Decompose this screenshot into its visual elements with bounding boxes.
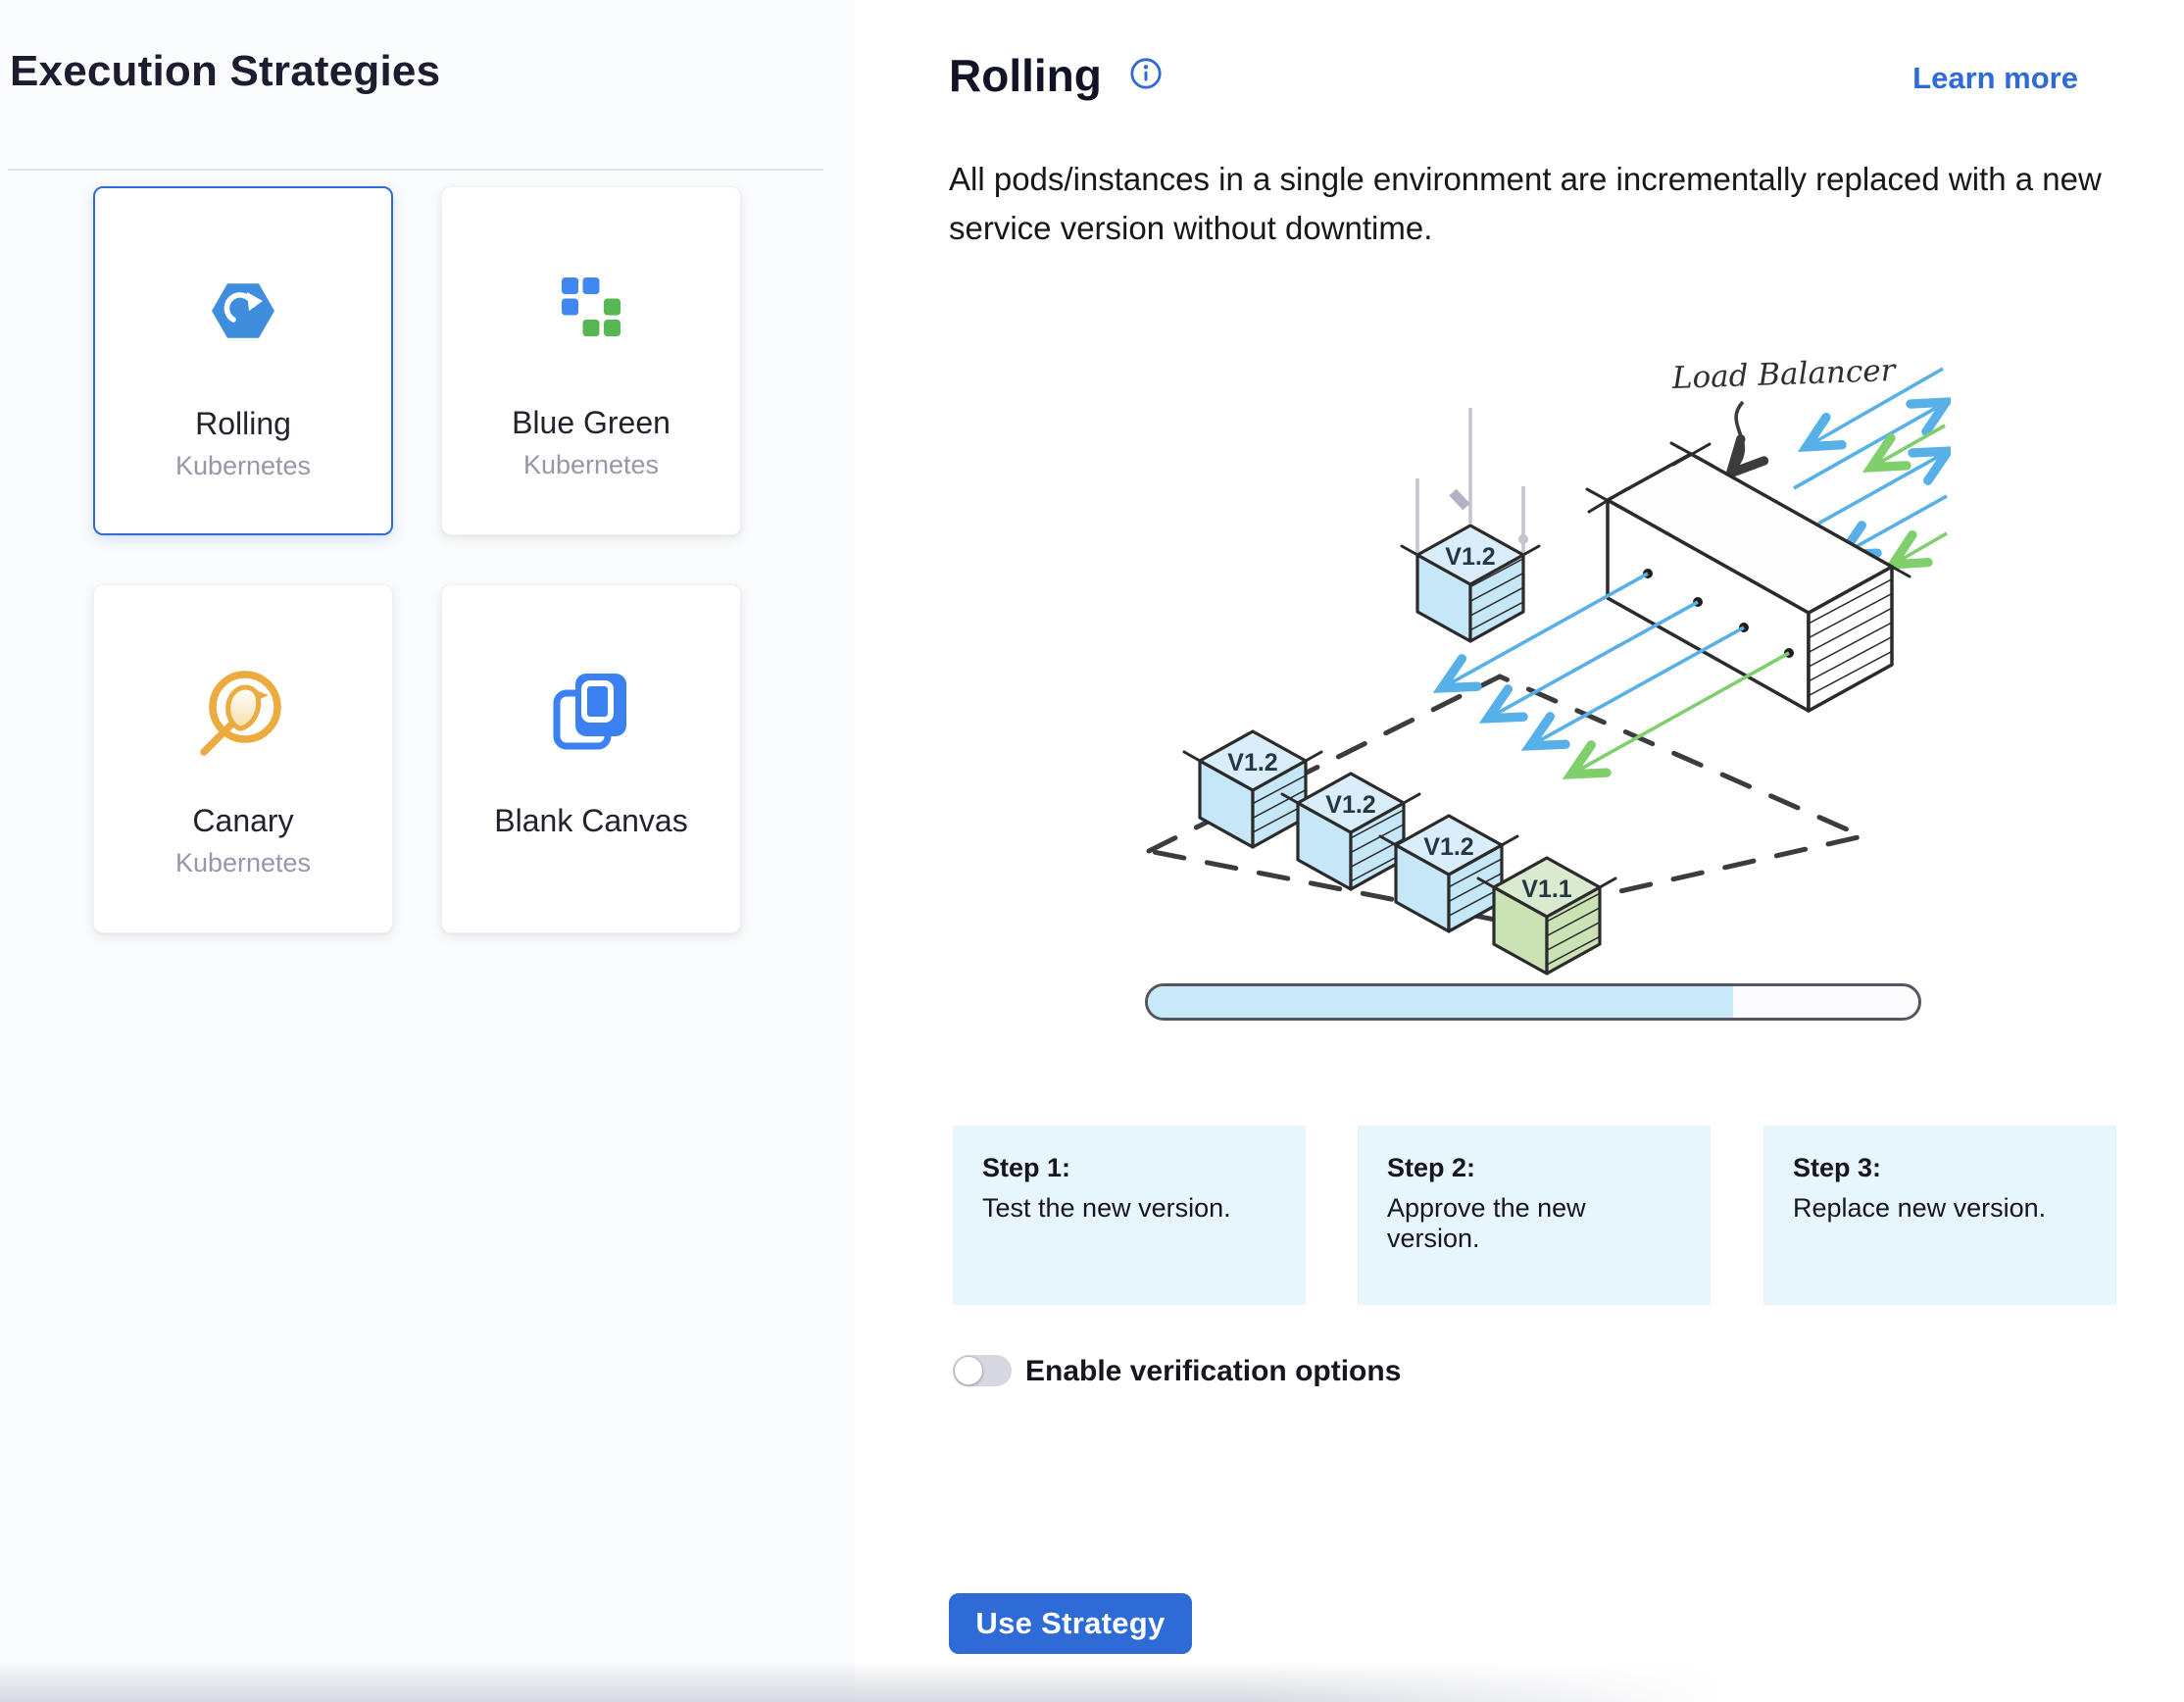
toggle-knob [954,1356,983,1385]
strategy-card-blue-green[interactable]: Blue Green Kubernetes [441,186,741,535]
strategy-card-sublabel: Kubernetes [95,451,391,481]
bluegreen-icon [562,277,620,341]
strategy-card-rolling[interactable]: Rolling Kubernetes [93,186,393,535]
strategy-detail-panel: Rolling Learn more All pods/instances in… [855,0,2184,1702]
strategy-card-canary[interactable]: Canary Kubernetes [93,584,393,933]
strategy-card-blank-canvas[interactable]: Blank Canvas [441,584,741,933]
learn-more-link[interactable]: Learn more [1912,61,2078,96]
strategy-card-label: Rolling [95,406,391,442]
info-icon[interactable] [1129,57,1163,90]
blank-canvas-icon [550,670,632,757]
step-title: Step 2: [1387,1153,1681,1183]
step-title: Step 1: [982,1153,1276,1183]
strategy-detail-title: Rolling [949,49,1102,102]
rollout-progress-fill [1148,986,1733,1018]
strategy-description: All pods/instances in a single environme… [949,155,2106,253]
strategy-card-sublabel: Kubernetes [94,848,392,878]
canary-icon [194,664,292,765]
step-card-3: Step 3: Replace new version. [1763,1126,2116,1305]
load-balancer-box [1587,443,1910,711]
verification-toggle-label: Enable verification options [1025,1355,1401,1388]
svg-text:V1.2: V1.2 [1227,749,1277,776]
step-text: Replace new version. [1793,1193,2087,1224]
page-title: Execution Strategies [10,47,440,96]
load-balancer-label: Load Balancer [1670,353,1898,396]
strategy-card-label: Canary [94,803,392,839]
green-traffic-arrows [1874,426,1947,563]
rolling-icon [211,278,275,348]
strategy-card-sublabel: Kubernetes [442,450,740,480]
rollout-progress-bar [1145,983,1921,1021]
label-pointer-arrow [1733,402,1743,471]
step-text: Approve the new version. [1387,1193,1681,1254]
use-strategy-button[interactable]: Use Strategy [949,1593,1192,1654]
step-card-1: Step 1: Test the new version. [953,1126,1306,1305]
divider [8,169,823,171]
svg-text:V1.2: V1.2 [1423,833,1473,861]
step-title: Step 3: [1793,1153,2087,1183]
svg-text:V1.1: V1.1 [1521,876,1572,903]
verification-toggle[interactable] [953,1355,1012,1386]
svg-text:V1.2: V1.2 [1445,543,1495,571]
execution-strategies-screen: Execution Strategies Rolling Kubernetes [0,0,2184,1702]
strategy-card-label: Blank Canvas [442,803,740,839]
step-text: Test the new version. [982,1193,1276,1224]
strategy-card-label: Blue Green [442,405,740,441]
version-pods: V1.2 V1.2 V1.2 V1.2 [1184,526,1615,974]
strategy-list-panel: Execution Strategies Rolling Kubernetes [0,0,855,1702]
step-card-2: Step 2: Approve the new version. [1358,1126,1711,1305]
svg-text:V1.2: V1.2 [1325,791,1375,819]
rolling-strategy-illustration: Load Balancer [1108,331,1951,978]
